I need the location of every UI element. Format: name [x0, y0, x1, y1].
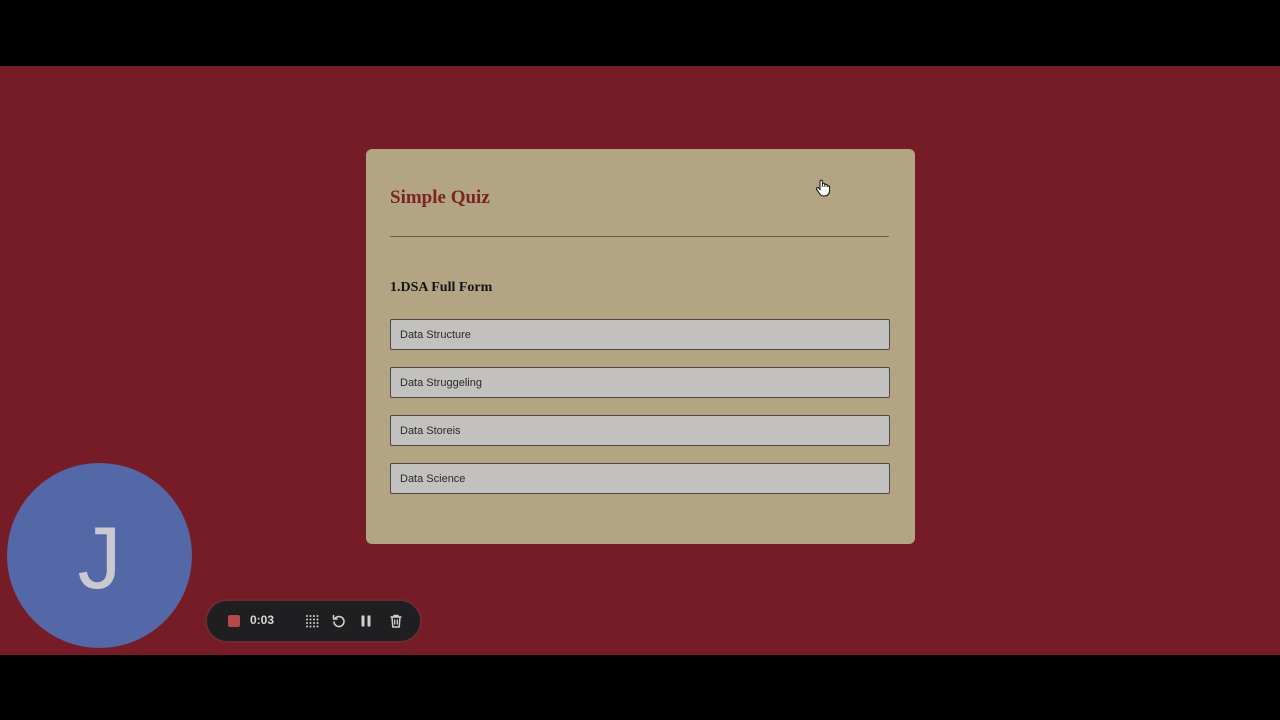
- avatar: J: [7, 463, 192, 648]
- stop-record-icon[interactable]: [228, 615, 240, 627]
- question-text: 1.DSA Full Form: [390, 280, 493, 295]
- answer-option-2[interactable]: Data Struggeling: [390, 367, 890, 398]
- quiz-divider: [390, 236, 889, 237]
- quiz-card: Simple Quiz 1.DSA Full Form Data Structu…: [366, 149, 915, 544]
- pause-icon[interactable]: [358, 613, 374, 629]
- record-timer: 0:03: [250, 613, 275, 627]
- hand-pointer-icon: [816, 179, 831, 197]
- letterbox-top: [0, 0, 1280, 66]
- drag-handle-icon[interactable]: [304, 613, 320, 629]
- letterbox-bottom: [0, 655, 1280, 720]
- answer-option-1[interactable]: Data Structure: [390, 319, 890, 350]
- recorder-toolbar: 0:03: [205, 599, 422, 643]
- avatar-initial: J: [77, 507, 122, 607]
- trash-icon[interactable]: [388, 613, 404, 629]
- answer-option-4[interactable]: Data Science: [390, 463, 890, 494]
- answer-option-3[interactable]: Data Storeis: [390, 415, 890, 446]
- quiz-title: Simple Quiz: [390, 187, 490, 208]
- restart-icon[interactable]: [331, 613, 347, 629]
- answer-options: Data Structure Data Struggeling Data Sto…: [390, 319, 890, 511]
